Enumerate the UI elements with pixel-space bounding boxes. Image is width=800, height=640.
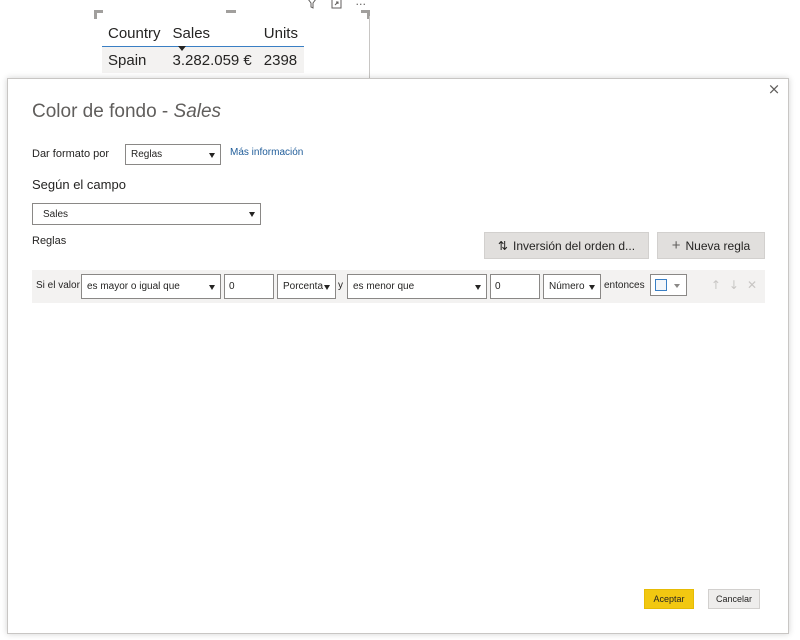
cell-country: Spain [108, 51, 147, 69]
value-type-2-dropdown[interactable]: Número [543, 274, 601, 299]
chevron-down-icon [589, 284, 595, 290]
chevron-down-icon [209, 284, 215, 290]
color-picker[interactable] [650, 274, 687, 296]
rule-row: Si el valor es mayor o igual que 0 Porce… [32, 270, 765, 303]
new-rule-button[interactable]: + Nueva regla [657, 232, 765, 259]
focus-mode-icon[interactable] [331, 0, 342, 12]
format-by-label: Dar formato por [32, 148, 110, 160]
column-header-country[interactable]: Country [102, 20, 167, 47]
reverse-order-label: Inversión del orden d... [512, 238, 636, 253]
visual-border [369, 16, 370, 78]
based-on-field-heading: Según el campo [32, 177, 126, 192]
chevron-down-icon [249, 212, 255, 217]
more-options-icon[interactable]: ··· [356, 0, 367, 12]
visual-toolbar: ··· [307, 0, 367, 12]
based-on-field-dropdown[interactable]: Sales [32, 203, 261, 225]
condition-operator-2-value: es menor que [353, 281, 415, 292]
table-header-row: Country Sales Units [102, 20, 304, 47]
new-rule-label: Nueva regla [685, 238, 751, 253]
column-header-units[interactable]: Units [258, 20, 304, 47]
based-on-field-value: Sales [43, 208, 69, 220]
if-value-label: Si el valor [36, 280, 80, 291]
delete-rule-icon[interactable]: ✕ [747, 278, 757, 292]
reverse-order-button[interactable]: ⇅ Inversión del orden d... [484, 232, 649, 259]
conditional-format-dialog: × Color de fondo - Sales Dar formato por… [7, 78, 789, 634]
more-info-link[interactable]: Más información [230, 147, 303, 158]
chevron-down-icon [475, 284, 481, 290]
dialog-title: Color de fondo - Sales [32, 101, 221, 123]
title-prefix: Color de fondo - [32, 101, 174, 122]
format-by-value: Reglas [131, 149, 163, 160]
condition-operator-1-dropdown[interactable]: es mayor o igual que [81, 274, 221, 299]
close-icon[interactable]: × [766, 81, 782, 97]
and-label: y [338, 280, 343, 291]
cell-units: 2398 [263, 51, 298, 69]
color-swatch [655, 279, 667, 291]
accept-button[interactable]: Aceptar [644, 589, 694, 609]
sort-descending-icon [178, 46, 186, 51]
condition-value-2-input[interactable]: 0 [490, 274, 540, 299]
condition-operator-2-dropdown[interactable]: es menor que [347, 274, 487, 299]
resize-handle-top[interactable] [226, 10, 236, 13]
table-visual[interactable]: ··· Country Sales Units Spain 3.282.059 … [94, 0, 370, 78]
rule-actions: ↑ ↓ ✕ [711, 278, 757, 292]
move-up-icon[interactable]: ↑ [711, 278, 721, 292]
move-down-icon[interactable]: ↓ [729, 278, 739, 292]
condition-value-1: 0 [229, 281, 235, 292]
chevron-down-icon [674, 284, 680, 288]
value-type-1-value: Porcenta [283, 281, 324, 292]
sort-arrows-icon: ⇅ [497, 238, 508, 253]
value-type-1-dropdown[interactable]: Porcenta [277, 274, 336, 299]
condition-value-1-input[interactable]: 0 [224, 274, 274, 299]
condition-operator-1-value: es mayor o igual que [87, 281, 180, 292]
table-row: Spain 3.282.059 € 2398 [102, 46, 304, 73]
then-label: entonces [604, 280, 645, 291]
filter-icon[interactable] [307, 0, 317, 12]
column-header-sales[interactable]: Sales [167, 20, 258, 47]
chevron-down-icon [209, 152, 215, 158]
resize-handle-top-left[interactable] [94, 10, 103, 19]
rules-label: Reglas [32, 235, 67, 247]
title-field: Sales [173, 101, 222, 122]
value-type-2-value: Número [549, 281, 585, 292]
data-table: Country Sales Units Spain 3.282.059 € 23… [102, 20, 304, 73]
chevron-down-icon [324, 284, 330, 290]
cancel-button[interactable]: Cancelar [708, 589, 760, 609]
condition-value-2: 0 [495, 281, 501, 292]
format-by-dropdown[interactable]: Reglas [125, 144, 221, 165]
plus-icon: + [671, 237, 681, 254]
